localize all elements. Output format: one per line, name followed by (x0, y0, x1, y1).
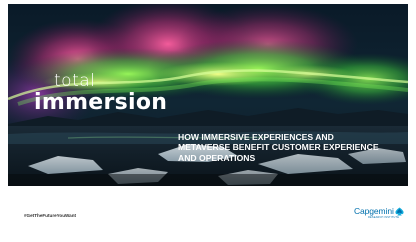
spade-icon (395, 207, 404, 216)
subtitle-line: AND OPERATIONS (178, 152, 256, 163)
subtitle-line: METAVERSE BENEFIT CUSTOMER EXPERIENCE (178, 142, 379, 153)
title-big: immersion (34, 90, 168, 115)
logo-subtitle: RESEARCH INSTITUTE (368, 216, 400, 219)
hashtag: #GetTheFutureYouWant (24, 213, 77, 218)
title-small: total (54, 71, 96, 91)
report-cover: total immersion HOW IMMERSIVE EXPERIENCE… (0, 0, 416, 242)
subtitle-line: HOW IMMERSIVE EXPERIENCES AND (178, 132, 334, 142)
hero-image: total immersion HOW IMMERSIVE EXPERIENCE… (8, 4, 408, 186)
subtitle: HOW IMMERSIVE EXPERIENCES AND METAVERSE … (178, 132, 398, 163)
capgemini-logo: Capgemini RESEARCH INSTITUTE (354, 206, 404, 224)
logo-wordmark: Capgemini (354, 206, 394, 216)
